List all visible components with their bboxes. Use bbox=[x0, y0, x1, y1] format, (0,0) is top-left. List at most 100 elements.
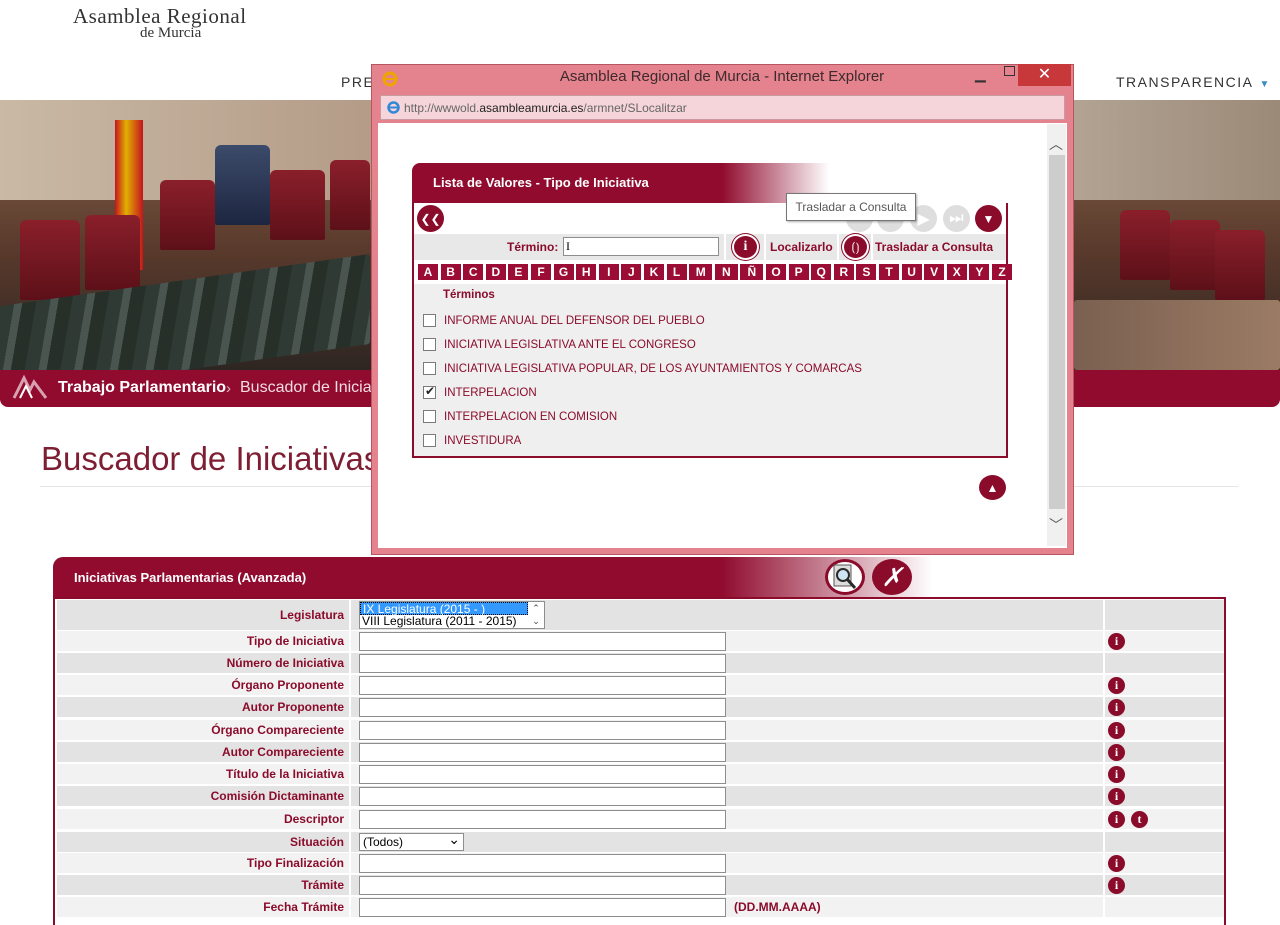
field-cell bbox=[349, 875, 1105, 895]
select-value: (Todos) bbox=[363, 835, 404, 849]
info-icon[interactable]: i bbox=[1108, 633, 1125, 650]
maximize-button[interactable] bbox=[1004, 66, 1015, 76]
legislatura-listbox[interactable]: IX Legislatura (2015 - ) VIII Legislatur… bbox=[359, 601, 545, 629]
listbox-option[interactable]: VIII Legislatura (2011 - 2015) bbox=[360, 615, 544, 628]
field-input[interactable] bbox=[359, 743, 726, 762]
alpha-filter-p[interactable]: P bbox=[788, 264, 809, 280]
info-icon[interactable]: i bbox=[1108, 744, 1125, 761]
alpha-filter-m[interactable]: M bbox=[689, 264, 713, 280]
alpha-filter-z[interactable]: Z bbox=[992, 264, 1012, 280]
nav-item-transparencia[interactable]: TRANSPARENCIA ▼ bbox=[1116, 74, 1271, 90]
clear-button[interactable]: ✗ bbox=[872, 559, 912, 595]
scrollbar-thumb[interactable] bbox=[1049, 155, 1065, 509]
alpha-filter-n[interactable]: N bbox=[714, 264, 738, 280]
alpha-filter-s[interactable]: S bbox=[856, 264, 877, 280]
form-row: Órgano Proponente i bbox=[57, 675, 1224, 695]
field-label: Tipo Finalización bbox=[246, 856, 344, 870]
term-option[interactable]: INFORME ANUAL DEL DEFENSOR DEL PUEBLO bbox=[423, 314, 705, 327]
scroll-down-arrow[interactable]: ﹀ bbox=[1049, 515, 1063, 535]
alpha-filter-t[interactable]: T bbox=[879, 264, 899, 280]
alpha-filter-ñ[interactable]: Ñ bbox=[740, 264, 764, 280]
alpha-filter-k[interactable]: K bbox=[644, 264, 664, 280]
term-option[interactable]: INICIATIVA LEGISLATIVA POPULAR, DE LOS A… bbox=[423, 362, 862, 375]
info-icon[interactable]: i bbox=[1108, 722, 1125, 739]
alpha-filter-l[interactable]: L bbox=[666, 264, 687, 280]
field-cell bbox=[349, 653, 1105, 673]
term-option[interactable]: ✔ INTERPELACION bbox=[423, 384, 537, 399]
situacion-select[interactable]: (Todos) ⌄ bbox=[359, 831, 464, 851]
play-icon: ▶ bbox=[917, 210, 930, 228]
nav-item-label: TRANSPARENCIA bbox=[1116, 74, 1254, 90]
alpha-filter-y[interactable]: Y bbox=[969, 264, 990, 280]
alpha-filter-g[interactable]: G bbox=[553, 264, 574, 280]
alpha-filter-a[interactable]: A bbox=[418, 264, 438, 280]
alpha-filter-j[interactable]: J bbox=[621, 264, 642, 280]
alpha-filter-e[interactable]: E bbox=[508, 264, 529, 280]
alpha-filter-u[interactable]: U bbox=[901, 264, 922, 280]
transfer-button[interactable]: ⟮⟯ bbox=[842, 234, 869, 260]
field-input[interactable] bbox=[359, 654, 726, 673]
alpha-filter-r[interactable]: R bbox=[833, 264, 854, 280]
alpha-filter-h[interactable]: H bbox=[576, 264, 597, 280]
info-button[interactable]: i bbox=[732, 234, 759, 260]
alpha-filter-d[interactable]: D bbox=[485, 264, 506, 280]
info-icon[interactable]: i bbox=[1108, 677, 1125, 694]
listbox-scroll-arrows[interactable]: ⌃ ⌄ bbox=[529, 602, 543, 628]
info-icon[interactable]: i bbox=[1108, 855, 1125, 872]
alpha-filter-f[interactable]: F bbox=[531, 264, 551, 280]
field-input[interactable] bbox=[359, 632, 726, 651]
logo-subtitle[interactable]: de Murcia bbox=[140, 25, 201, 42]
minimize-button[interactable]: ▁ bbox=[975, 66, 986, 83]
alpha-filter-x[interactable]: X bbox=[946, 264, 967, 280]
field-input[interactable] bbox=[359, 787, 726, 806]
alpha-filter-i[interactable]: I bbox=[598, 264, 619, 280]
field-input[interactable] bbox=[359, 676, 726, 695]
icon-cell: i bbox=[1105, 697, 1224, 717]
trasladar-link[interactable]: Trasladar a Consulta bbox=[875, 240, 993, 254]
chevron-down-icon: ▼ bbox=[982, 211, 995, 226]
term-checkbox[interactable]: ✔ bbox=[423, 384, 436, 399]
alpha-filter-v[interactable]: V bbox=[924, 264, 945, 280]
term-checkbox[interactable] bbox=[423, 314, 436, 327]
info-icon[interactable]: i bbox=[1108, 699, 1125, 716]
tree-icon[interactable]: t bbox=[1131, 811, 1148, 828]
first-page-button[interactable]: ❮❮ bbox=[417, 205, 444, 232]
field-input[interactable] bbox=[359, 698, 726, 717]
breadcrumb-section[interactable]: Trabajo Parlamentario bbox=[58, 379, 226, 397]
divider bbox=[871, 234, 873, 260]
collapse-button[interactable]: ▼ bbox=[975, 205, 1002, 232]
field-input[interactable] bbox=[359, 876, 726, 895]
alpha-filter-q[interactable]: Q bbox=[811, 264, 832, 280]
field-input[interactable] bbox=[359, 810, 726, 829]
info-icon[interactable]: i bbox=[1108, 877, 1125, 894]
localizar-link[interactable]: Localizarlo bbox=[770, 240, 833, 254]
termino-input[interactable] bbox=[563, 237, 719, 256]
term-option[interactable]: INTERPELACION EN COMISION bbox=[423, 410, 617, 423]
info-icon[interactable]: i bbox=[1108, 811, 1125, 828]
form-row: Tipo Finalización i bbox=[57, 853, 1224, 873]
field-cell bbox=[349, 853, 1105, 873]
term-checkbox[interactable] bbox=[423, 410, 436, 423]
field-cell bbox=[349, 742, 1105, 762]
term-checkbox[interactable] bbox=[423, 338, 436, 351]
field-input[interactable] bbox=[359, 898, 726, 917]
field-input[interactable] bbox=[359, 765, 726, 784]
term-option[interactable]: INVESTIDURA bbox=[423, 434, 521, 447]
search-button[interactable] bbox=[825, 559, 865, 595]
term-checkbox[interactable] bbox=[423, 434, 436, 447]
info-icon[interactable]: i bbox=[1108, 766, 1125, 783]
scroll-top-button[interactable]: ▲ bbox=[979, 475, 1006, 500]
info-icon[interactable]: i bbox=[1108, 788, 1125, 805]
caret-down-icon: ▼ bbox=[1259, 79, 1271, 90]
term-option[interactable]: INICIATIVA LEGISLATIVA ANTE EL CONGRESO bbox=[423, 338, 696, 351]
field-input[interactable] bbox=[359, 854, 726, 873]
scroll-up-arrow[interactable]: ︿ bbox=[1049, 134, 1063, 154]
last-page-button[interactable]: ⏭ bbox=[943, 205, 970, 232]
popup-title: Asamblea Regional de Murcia - Internet E… bbox=[559, 68, 885, 85]
alpha-filter-c[interactable]: C bbox=[463, 264, 484, 280]
field-input[interactable] bbox=[359, 721, 726, 740]
term-checkbox[interactable] bbox=[423, 362, 436, 375]
alpha-filter-b[interactable]: B bbox=[440, 264, 461, 280]
close-window-button[interactable]: ✕ bbox=[1018, 64, 1071, 86]
alpha-filter-o[interactable]: O bbox=[766, 264, 786, 280]
